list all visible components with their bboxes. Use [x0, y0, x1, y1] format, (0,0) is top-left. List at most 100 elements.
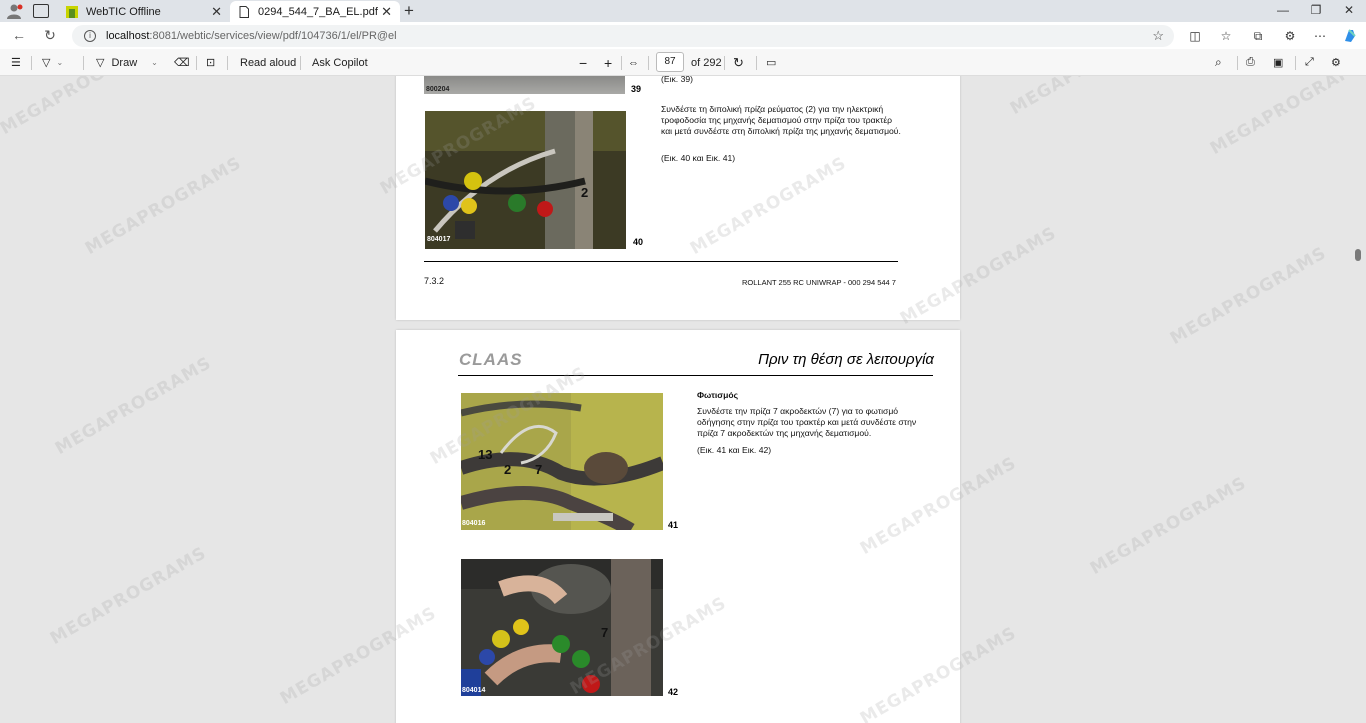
maximize-icon[interactable]: ❐: [1308, 3, 1324, 17]
split-screen-icon[interactable]: ◫: [1187, 28, 1203, 44]
heading-rule: [458, 375, 933, 376]
ask-copilot-button[interactable]: Ask Copilot: [312, 49, 368, 76]
pdf-page-87: CLAAS Πριν τη θέση σε λειτουργία 13 2 7 …: [396, 330, 960, 723]
tab-actions-icon[interactable]: [33, 4, 49, 18]
reload-icon[interactable]: ↻: [42, 27, 58, 44]
collections-icon[interactable]: ⧉: [1250, 28, 1266, 44]
figure-number: 42: [668, 687, 679, 697]
pdf-viewer[interactable]: 800204 39 (Εικ. 39) 2 804017 40 Συνδέστε…: [0, 76, 1366, 723]
minimize-icon[interactable]: —: [1275, 3, 1291, 17]
rotate-icon[interactable]: ↻: [733, 49, 744, 76]
url-path: :8081/webtic/services/view/pdf/104736/1/…: [149, 30, 397, 42]
extensions-icon[interactable]: ⚙: [1282, 28, 1298, 44]
url-field[interactable]: i localhost:8081/webtic/services/view/pd…: [72, 25, 1174, 47]
footer-model: ROLLANT 255 RC UNIWRAP - 000 294 544 7: [742, 278, 896, 287]
pdf-toolbar: ☰ ▽ ⌄ ▽ Draw ⌄ ⌫ ⊡ Read aloud Ask Copilot −…: [0, 49, 1366, 76]
body-paragraph: Συνδέστε τη διπολική πρίζα ρεύματος (2) …: [661, 104, 901, 136]
tab-label: WebTIC Offline: [86, 5, 161, 18]
draw-icon: ▽: [96, 57, 105, 69]
site-info-icon[interactable]: i: [84, 30, 96, 42]
watermark: MEGAPROGRAMS: [0, 76, 161, 139]
callout-7: 7: [601, 625, 609, 640]
draw-button[interactable]: ▽ Draw ⌄: [96, 49, 158, 76]
vertical-scrollbar[interactable]: [1355, 76, 1363, 723]
watermark: MEGAPROGRAMS: [1086, 473, 1251, 579]
zoom-out-icon[interactable]: −: [579, 49, 587, 76]
profile-icon[interactable]: [6, 3, 24, 19]
footer-rule: [424, 261, 898, 262]
divider: [724, 56, 725, 70]
callout-2: 2: [581, 185, 589, 200]
tab-strip: WebTIC Offline ✕ 0294_544_7_BA_EL.pdf ✕ …: [0, 0, 1366, 22]
divider: [83, 56, 84, 70]
figure-reference: (Εικ. 41 και Εικ. 42): [697, 445, 772, 455]
page-total: of 292: [691, 56, 722, 69]
page-heading: Πριν τη θέση σε λειτουργία: [758, 351, 934, 368]
section-title: Φωτισμός: [697, 390, 739, 400]
save-icon[interactable]: ▣: [1273, 49, 1283, 76]
settings-icon[interactable]: ⚙: [1331, 49, 1341, 76]
divider: [196, 56, 197, 70]
tab-pdf[interactable]: 0294_544_7_BA_EL.pdf ✕: [230, 1, 400, 22]
watermark: MEGAPROGRAMS: [1007, 76, 1170, 119]
photo-code: 800204: [426, 86, 450, 93]
erase-icon[interactable]: ⌫: [174, 49, 190, 76]
highlight-icon[interactable]: ▽ ⌄: [42, 49, 63, 76]
watermark: MEGAPROGRAMS: [1206, 76, 1366, 159]
callout-13: 13: [478, 447, 493, 462]
divider: [1295, 56, 1296, 70]
more-menu-icon[interactable]: ⋯: [1312, 28, 1328, 44]
draw-label: Draw: [111, 56, 138, 69]
figure-40-photo: [425, 111, 626, 249]
close-tab-icon[interactable]: ✕: [381, 4, 392, 20]
tab-webtic-offline[interactable]: WebTIC Offline ✕: [58, 1, 230, 22]
new-tab-icon[interactable]: +: [404, 1, 414, 21]
figure-number: 40: [633, 237, 644, 247]
callout-7: 7: [535, 462, 543, 477]
copilot-icon[interactable]: [1342, 28, 1358, 44]
document-icon: [239, 5, 249, 18]
fullscreen-icon[interactable]: ⤢: [1305, 49, 1314, 76]
claas-logo: CLAAS: [459, 350, 523, 369]
pdf-page-86: 800204 39 (Εικ. 39) 2 804017 40 Συνδέστε…: [396, 76, 960, 320]
print-icon[interactable]: ⎙: [1246, 49, 1255, 76]
read-aloud-button[interactable]: Read aloud: [240, 49, 296, 76]
webtic-favicon-icon: [66, 5, 78, 18]
page-number-input[interactable]: 87: [656, 52, 684, 72]
watermark: MEGAPROGRAMS: [1166, 243, 1331, 349]
divider: [621, 56, 622, 70]
scrollbar-thumb[interactable]: [1355, 249, 1361, 261]
divider: [227, 56, 228, 70]
figure-number: 41: [668, 520, 679, 530]
photo-code: 804014: [462, 687, 486, 694]
favorite-star-icon[interactable]: ☆: [1152, 28, 1164, 44]
figure-42-photo: [461, 559, 663, 696]
text-box-icon[interactable]: ⊡: [206, 49, 215, 76]
figure-number: 39: [631, 84, 642, 94]
photo-code: 804016: [462, 520, 486, 527]
back-icon[interactable]: ←: [11, 27, 27, 43]
watermark: MEGAPROGRAMS: [81, 153, 246, 259]
body-paragraph: Συνδέστε την πρίζα 7 ακροδεκτών (7) για …: [697, 406, 917, 438]
divider: [31, 56, 32, 70]
url-host: localhost: [106, 30, 150, 42]
page-view-icon[interactable]: ▭: [766, 49, 776, 76]
figure-39-photo: 800204: [424, 76, 625, 94]
divider: [300, 56, 301, 70]
search-icon[interactable]: ⌕: [1215, 49, 1222, 76]
tab-label: 0294_544_7_BA_EL.pdf: [258, 5, 378, 18]
watermark: MEGAPROGRAMS: [51, 353, 216, 459]
caption: (Εικ. 39): [661, 76, 693, 84]
callout-2: 2: [504, 462, 512, 477]
favorites-icon[interactable]: ☆: [1218, 28, 1234, 44]
zoom-in-icon[interactable]: +: [604, 49, 612, 76]
footer-section: 7.3.2: [424, 276, 445, 286]
window-close-icon[interactable]: ✕: [1341, 3, 1357, 17]
address-bar-row: ← ↻ i localhost:8081/webtic/services/vie…: [0, 22, 1366, 49]
contents-icon[interactable]: ☰: [11, 49, 21, 76]
divider: [756, 56, 757, 70]
photo-code: 804017: [427, 236, 451, 243]
close-tab-icon[interactable]: ✕: [211, 4, 222, 20]
divider: [648, 56, 649, 70]
fit-to-width-icon[interactable]: ⇔: [628, 49, 639, 76]
